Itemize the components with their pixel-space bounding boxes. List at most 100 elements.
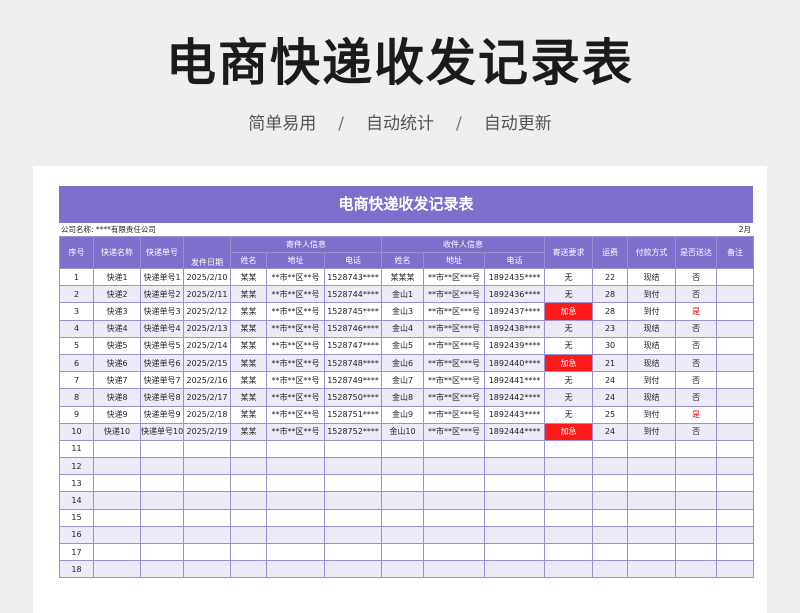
cell-sender-addr [266, 525, 325, 545]
cell-payment [627, 439, 677, 459]
cell-tracking-no [140, 508, 184, 527]
cell-receiver-name [381, 491, 425, 510]
cell-send-date: 2025/2/16 [183, 371, 231, 390]
cell-freight [592, 457, 629, 476]
table-row: 16 [59, 525, 755, 545]
cell-payment [627, 542, 677, 562]
cell-express-name: 快递4 [93, 319, 141, 338]
cell-requirement: 无 [544, 371, 594, 390]
cell-send-date: 2025/2/14 [183, 336, 231, 355]
cell-tracking-no: 快递单号5 [140, 336, 184, 355]
cell-requirement: 无 [544, 405, 594, 424]
cell-sender-name: 某某 [230, 319, 267, 338]
header-receiver-phone: 电话 [484, 252, 546, 269]
cell-seq: 8 [59, 388, 94, 407]
cell-delivered [675, 542, 718, 562]
cell-express-name: 快递7 [93, 371, 141, 390]
cell-requirement [544, 508, 594, 527]
cell-express-name: 快递8 [93, 388, 141, 407]
cell-requirement [544, 525, 594, 545]
cell-delivered [675, 474, 718, 493]
cell-sender-name [230, 439, 267, 459]
cell-remark [716, 542, 755, 562]
cell-receiver-phone [484, 542, 546, 562]
header-sender-group: 寄件人信息 [229, 236, 383, 253]
cell-receiver-addr: **市**区***号 [423, 422, 486, 441]
cell-freight: 24 [592, 388, 629, 407]
cell-receiver-addr [423, 439, 486, 459]
cell-seq: 2 [59, 285, 94, 304]
cell-express-name [93, 542, 141, 562]
cell-receiver-addr [423, 542, 486, 562]
cell-sender-addr [266, 542, 325, 562]
cell-send-date: 2025/2/13 [183, 319, 231, 338]
cell-tracking-no [140, 457, 184, 476]
cell-remark [716, 319, 755, 338]
cell-receiver-addr: **市**区***号 [423, 319, 486, 338]
cell-receiver-name: 金山6 [381, 353, 425, 373]
cell-requirement: 无 [544, 319, 594, 338]
cell-receiver-name: 金山9 [381, 405, 425, 424]
cell-receiver-phone [484, 508, 546, 527]
table-row: 18 [59, 560, 755, 579]
cell-express-name: 快递6 [93, 353, 141, 373]
cell-receiver-name: 某某某 [381, 267, 425, 287]
cell-sender-name [230, 525, 267, 545]
header-sender-phone: 电话 [323, 252, 383, 269]
cell-payment [627, 491, 677, 510]
cell-requirement [544, 560, 594, 579]
cell-payment: 到付 [627, 371, 677, 390]
cell-remark [716, 439, 755, 459]
cell-send-date [183, 560, 231, 579]
cell-sender-name: 某某 [230, 285, 267, 304]
cell-tracking-no [140, 439, 184, 459]
cell-sender-name: 某某 [230, 405, 267, 424]
cell-express-name: 快递3 [93, 302, 141, 321]
cell-tracking-no [140, 474, 184, 493]
table-row: 8 快递8 快递单号8 2025/2/17 某某 **市**区**号 1528750****… [59, 388, 755, 407]
cell-receiver-phone [484, 457, 546, 476]
subtitle-separator: / [456, 114, 462, 134]
cell-express-name: 快递9 [93, 405, 141, 424]
cell-receiver-phone: 1892436**** [484, 285, 546, 304]
cell-receiver-name: 金山7 [381, 371, 425, 390]
cell-freight: 30 [592, 336, 629, 355]
cell-express-name: 快递1 [93, 267, 141, 287]
cell-receiver-name [381, 474, 425, 493]
cell-seq: 18 [59, 560, 94, 579]
cell-seq: 17 [59, 542, 94, 562]
header-receiver-name: 姓名 [381, 252, 425, 269]
subtitle-item: 简单易用 [248, 114, 317, 134]
cell-receiver-addr: **市**区***号 [423, 353, 486, 373]
cell-send-date: 2025/2/19 [183, 422, 231, 441]
cell-seq: 11 [59, 439, 94, 459]
cell-express-name [93, 508, 141, 527]
cell-sender-phone: 1528752**** [323, 422, 383, 441]
cell-sender-phone [323, 542, 383, 562]
cell-receiver-name [381, 457, 425, 476]
table-row: 3 快递3 快递单号3 2025/2/12 某某 **市**区**号 1528745****… [59, 302, 755, 321]
cell-sender-phone: 1528749**** [323, 371, 383, 390]
cell-send-date [183, 439, 231, 459]
cell-payment: 现结 [627, 388, 677, 407]
cell-sender-name: 某某 [230, 353, 267, 373]
cell-receiver-name: 金山4 [381, 319, 425, 338]
cell-express-name [93, 474, 141, 493]
cell-requirement [544, 457, 594, 476]
cell-sender-addr: **市**区**号 [266, 302, 325, 321]
cell-tracking-no: 快递单号4 [140, 319, 184, 338]
cell-receiver-phone [484, 439, 546, 459]
sheet-banner-title: 电商快递收发记录表 [59, 186, 753, 223]
cell-sender-addr [266, 560, 325, 579]
cell-tracking-no: 快递单号2 [140, 285, 184, 304]
cell-receiver-name: 金山3 [381, 302, 425, 321]
cell-freight: 24 [592, 422, 629, 441]
cell-receiver-addr: **市**区***号 [423, 302, 486, 321]
express-record-table: 序号 快递名称 快递单号 发件日期 寄件人信息 收件人信息 寄送要求 运费 付款… [59, 236, 755, 579]
table-row: 2 快递2 快递单号2 2025/2/11 某某 **市**区**号 1528744****… [59, 285, 755, 304]
cell-freight [592, 508, 629, 527]
cell-seq: 15 [59, 508, 94, 527]
cell-tracking-no: 快递单号8 [140, 388, 184, 407]
cell-freight [592, 542, 629, 562]
cell-express-name [93, 491, 141, 510]
